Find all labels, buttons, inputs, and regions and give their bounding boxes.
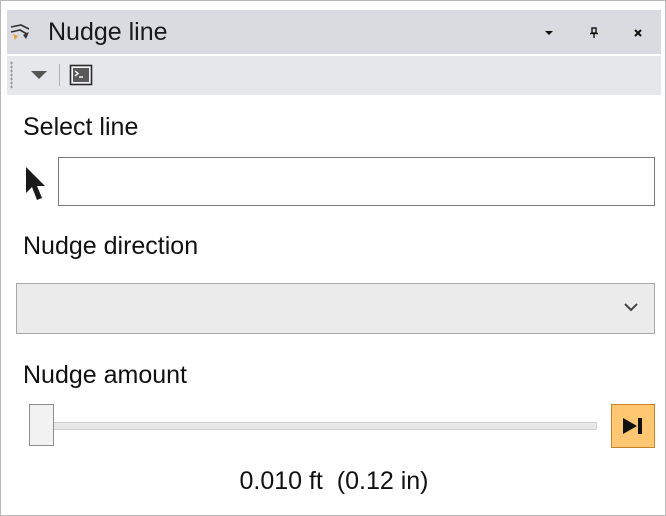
toolbar-separator — [59, 64, 60, 86]
pin-icon — [590, 27, 598, 38]
nudge-amount-slider-track[interactable] — [41, 422, 597, 430]
tool-icon — [10, 24, 30, 40]
close-button[interactable] — [627, 22, 649, 44]
chevron-down-icon — [545, 31, 553, 35]
title-bar: Nudge line — [7, 10, 661, 54]
nudge-direction-select[interactable] — [16, 283, 655, 334]
panel-menu-button[interactable] — [538, 22, 560, 44]
nudge-amount-slider-thumb[interactable] — [29, 404, 54, 446]
toolbar-dropdown-button[interactable] — [27, 64, 51, 86]
nudge-line-panel: Nudge line Select line Nudge direction N… — [0, 0, 666, 516]
pin-button[interactable] — [583, 22, 605, 44]
skip-to-end-button[interactable] — [611, 404, 655, 448]
select-line-input[interactable] — [58, 157, 655, 206]
close-icon — [634, 29, 642, 37]
nudge-amount-label: Nudge amount — [23, 361, 188, 389]
nudge-direction-label: Nudge direction — [23, 232, 199, 260]
chevron-down-icon — [624, 303, 638, 312]
panel-title: Nudge line — [48, 18, 168, 46]
pointer-arrow-icon[interactable] — [23, 165, 49, 203]
toolbar-grip[interactable] — [10, 61, 13, 89]
triangle-down-icon — [31, 71, 47, 79]
select-line-label: Select line — [23, 113, 139, 141]
skip-to-end-icon — [623, 418, 642, 434]
nudge-amount-value: 0.010 ft (0.12 in) — [239, 467, 429, 495]
toolbar — [7, 56, 661, 95]
console-icon[interactable] — [69, 63, 93, 87]
